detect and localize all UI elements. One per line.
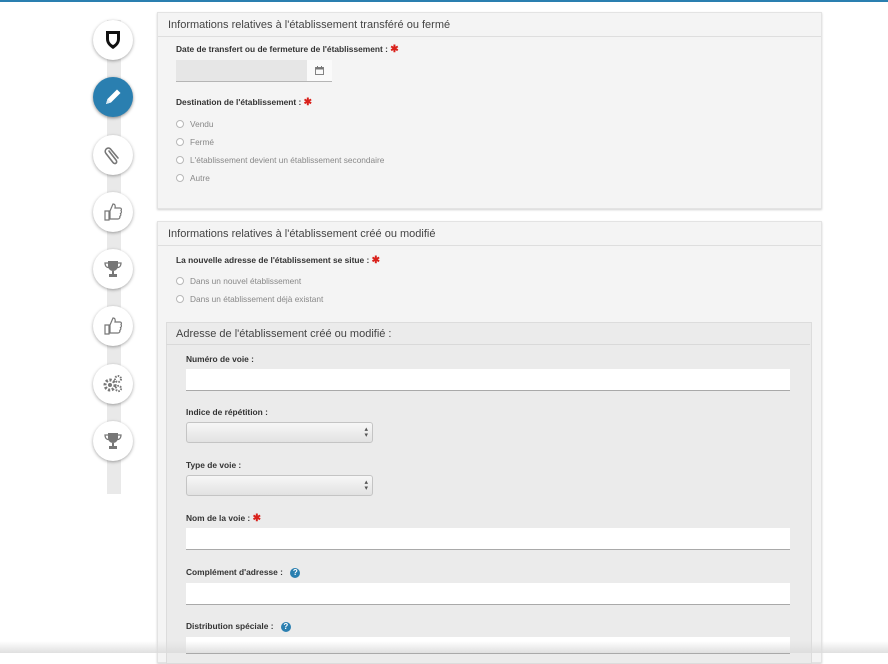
address-subpanel-title: Adresse de l'établissement créé ou modif…: [176, 328, 392, 340]
transfer-panel-title: Informations relatives à l'établissement…: [158, 13, 821, 37]
thumbs-up-icon: [103, 316, 123, 336]
radio-circle[interactable]: [176, 156, 184, 164]
numero-voie-input[interactable]: [186, 369, 790, 391]
nom-voie-label: Nom de la voie : ✱: [186, 513, 261, 524]
step-attachments[interactable]: [93, 135, 133, 175]
destination-label: Destination de l'établissement : ✱: [176, 97, 312, 108]
date-label-text: Date de transfert ou de fermeture de l'é…: [176, 44, 388, 54]
destination-label-text: Destination de l'établissement :: [176, 97, 302, 107]
radio-nouvel-etablissement[interactable]: Dans un nouvel établissement: [176, 276, 301, 286]
step-approval-2[interactable]: [93, 306, 133, 346]
radio-autre[interactable]: Autre: [176, 173, 210, 183]
thumbs-up-icon: [103, 202, 123, 222]
required-mark: ✱: [252, 513, 261, 524]
radio-secondaire[interactable]: L'établissement devient un établissement…: [176, 155, 384, 165]
type-voie-select[interactable]: ▴ ▾: [186, 475, 373, 496]
radio-circle[interactable]: [176, 277, 184, 285]
type-voie-label: Type de voie :: [186, 460, 242, 470]
transfer-date-input[interactable]: [176, 60, 307, 82]
required-mark: ✱: [390, 44, 399, 55]
radio-circle[interactable]: [176, 138, 184, 146]
radio-label: Vendu: [190, 119, 214, 129]
step-trophy-1[interactable]: [93, 249, 133, 289]
select-arrows-icon: ▴ ▾: [364, 425, 368, 439]
radio-label: Dans un nouvel établissement: [190, 276, 302, 286]
radio-label: Autre: [190, 173, 210, 183]
step-settings[interactable]: [93, 364, 133, 404]
step-approval-1[interactable]: [93, 192, 133, 232]
gears-icon: [102, 374, 124, 394]
bottom-shadow: [0, 641, 888, 653]
nom-voie-label-text: Nom de la voie :: [186, 513, 251, 523]
top-accent-line: [0, 0, 888, 2]
radio-circle[interactable]: [176, 120, 184, 128]
step-edit[interactable]: [93, 77, 133, 117]
distribution-label: Distribution spéciale : ?: [186, 621, 291, 632]
trophy-icon: [103, 431, 123, 451]
divider: [166, 344, 810, 345]
paperclip-icon: [103, 144, 123, 166]
indice-repetition-label: Indice de répétition :: [186, 407, 268, 417]
calendar-icon: [315, 62, 324, 80]
transfer-panel: Informations relatives à l'établissement…: [157, 12, 822, 209]
complement-label: Complément d'adresse : ?: [186, 567, 301, 578]
required-mark: ✱: [371, 255, 381, 266]
step-trophy-2[interactable]: [93, 421, 133, 461]
radio-label: Fermé: [190, 137, 214, 147]
pencil-icon: [103, 87, 123, 107]
help-icon[interactable]: ?: [290, 567, 301, 578]
numero-voie-label: Numéro de voie :: [186, 354, 254, 364]
required-mark: ✱: [303, 97, 313, 108]
nom-voie-input[interactable]: [186, 528, 790, 550]
date-label: Date de transfert ou de fermeture de l'é…: [176, 44, 399, 55]
new-address-label: La nouvelle adresse de l'établissement s…: [176, 255, 380, 266]
radio-etablissement-existant[interactable]: Dans un établissement déjà existant: [176, 294, 323, 304]
distribution-label-text: Distribution spéciale :: [186, 621, 274, 631]
shield-icon: [104, 30, 122, 50]
new-address-label-text: La nouvelle adresse de l'établissement s…: [176, 255, 370, 265]
radio-circle[interactable]: [176, 174, 184, 182]
complement-label-text: Complément d'adresse :: [186, 567, 283, 577]
radio-label: Dans un établissement déjà existant: [190, 294, 324, 304]
indice-repetition-select[interactable]: ▴ ▾: [186, 422, 373, 443]
step-shield[interactable]: [93, 20, 133, 60]
select-arrows-icon: ▴ ▾: [364, 478, 368, 492]
radio-ferme[interactable]: Fermé: [176, 137, 214, 147]
created-panel-title: Informations relatives à l'établissement…: [158, 222, 821, 246]
complement-input[interactable]: [186, 583, 790, 605]
help-icon[interactable]: ?: [280, 621, 291, 632]
date-picker-button[interactable]: [307, 60, 332, 82]
trophy-icon: [103, 259, 123, 279]
radio-vendu[interactable]: Vendu: [176, 119, 214, 129]
radio-label: L'établissement devient un établissement…: [190, 155, 385, 165]
radio-circle[interactable]: [176, 295, 184, 303]
